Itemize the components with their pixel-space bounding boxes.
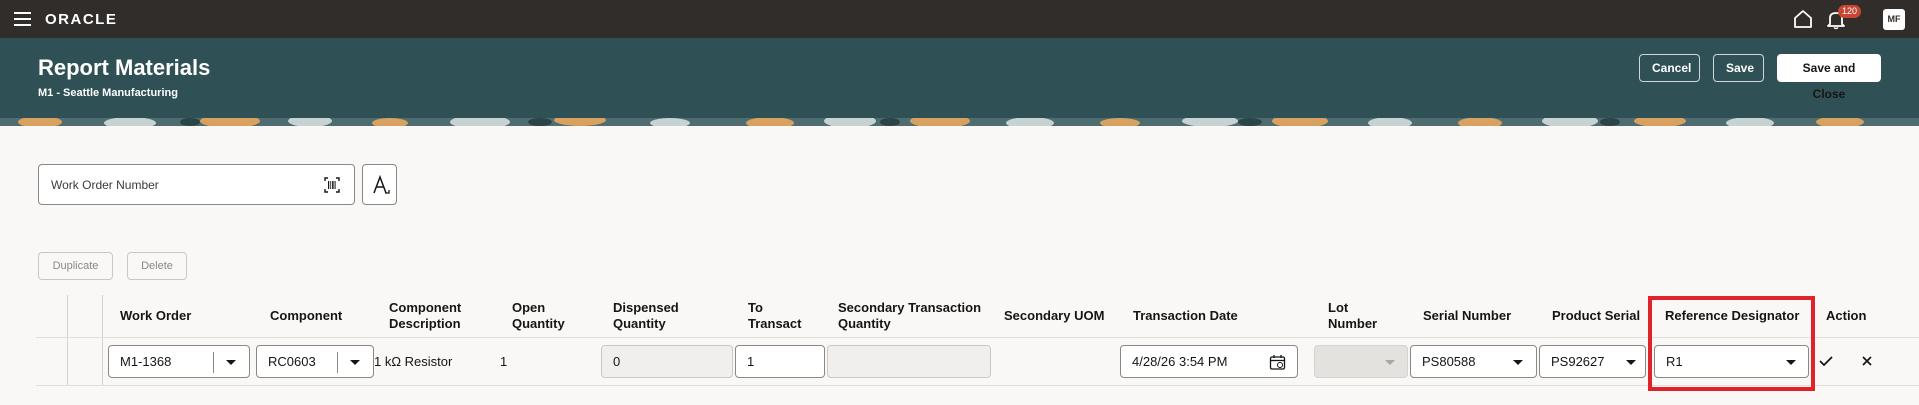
- product-serial-select[interactable]: PS92627: [1539, 345, 1646, 378]
- column-header-open-quantity[interactable]: Open Quantity: [512, 300, 565, 332]
- work-order-number-input[interactable]: [51, 176, 311, 194]
- work-order-search-field[interactable]: [38, 164, 355, 205]
- column-header-serial-number[interactable]: Serial Number: [1423, 308, 1511, 324]
- chevron-down-icon: [350, 360, 360, 365]
- delete-button[interactable]: Delete: [127, 252, 187, 280]
- cancel-button[interactable]: Cancel: [1639, 54, 1700, 82]
- confirm-check-icon[interactable]: [1818, 354, 1834, 368]
- save-and-close-button[interactable]: Save and Close: [1777, 54, 1881, 101]
- chevron-down-icon: [1626, 360, 1636, 365]
- open-quantity-value: 1: [500, 354, 508, 369]
- column-header-work-order[interactable]: Work Order: [120, 308, 191, 324]
- component-select[interactable]: RC0603: [256, 345, 374, 378]
- column-header-lot-number[interactable]: Lot Number: [1328, 300, 1377, 332]
- barcode-scan-icon[interactable]: [324, 177, 340, 193]
- serial-number-select[interactable]: PS80588: [1410, 345, 1537, 378]
- chevron-down-icon: [226, 360, 236, 365]
- duplicate-button[interactable]: Duplicate: [38, 252, 113, 280]
- work-order-value: M1-1368: [120, 354, 172, 369]
- close-icon[interactable]: [1861, 355, 1873, 367]
- chevron-down-icon: [1513, 360, 1523, 365]
- column-header-action: Action: [1826, 308, 1867, 323]
- oracle-logo: ORACLE: [45, 11, 118, 28]
- font-size-icon: [373, 174, 390, 194]
- column-header-secondary-uom[interactable]: Secondary UOM: [1004, 308, 1104, 324]
- column-header-component[interactable]: Component: [270, 308, 342, 324]
- save-button[interactable]: Save: [1713, 54, 1764, 82]
- column-header-to-transact[interactable]: To Transact: [748, 300, 801, 332]
- lot-number-select: [1314, 345, 1408, 378]
- to-transact-input[interactable]: 1: [735, 345, 825, 378]
- reference-designator-highlight: [1648, 296, 1815, 391]
- organization-subtitle: M1 - Seattle Manufacturing: [38, 87, 178, 99]
- dispensed-quantity-field: 0: [601, 345, 733, 378]
- calendar-icon[interactable]: [1269, 354, 1286, 371]
- notification-count-badge: 120: [1838, 5, 1862, 18]
- user-avatar[interactable]: MF: [1883, 9, 1905, 30]
- column-header-secondary-transaction-quantity[interactable]: Secondary Transaction Quantity: [838, 300, 981, 332]
- column-header-transaction-date[interactable]: Transaction Date: [1133, 308, 1238, 324]
- transaction-date-input[interactable]: 4/28/26 3:54 PM: [1120, 345, 1298, 378]
- header-divider: [36, 337, 1919, 338]
- home-icon[interactable]: [1792, 8, 1814, 30]
- navigator-menu-icon[interactable]: [14, 12, 31, 26]
- chevron-down-icon: [1385, 360, 1395, 365]
- secondary-transaction-quantity-field: [827, 345, 991, 378]
- component-description-value: 1 kΩ Resistor: [374, 354, 453, 369]
- component-value: RC0603: [268, 354, 316, 369]
- global-header: ORACLE 120 MF: [0, 0, 1919, 38]
- decorative-pattern-band: [0, 118, 1919, 126]
- page-title: Report Materials: [38, 55, 211, 80]
- column-header-dispensed-quantity[interactable]: Dispensed Quantity: [613, 300, 679, 332]
- column-header-component-description[interactable]: Component Description: [389, 300, 461, 332]
- work-order-select[interactable]: M1-1368: [108, 345, 250, 378]
- column-header-product-serial[interactable]: Product Serial: [1552, 308, 1640, 324]
- text-size-button[interactable]: [362, 164, 397, 205]
- row-divider: [36, 385, 1919, 386]
- page-header: Report Materials M1 - Seattle Manufactur…: [0, 38, 1919, 118]
